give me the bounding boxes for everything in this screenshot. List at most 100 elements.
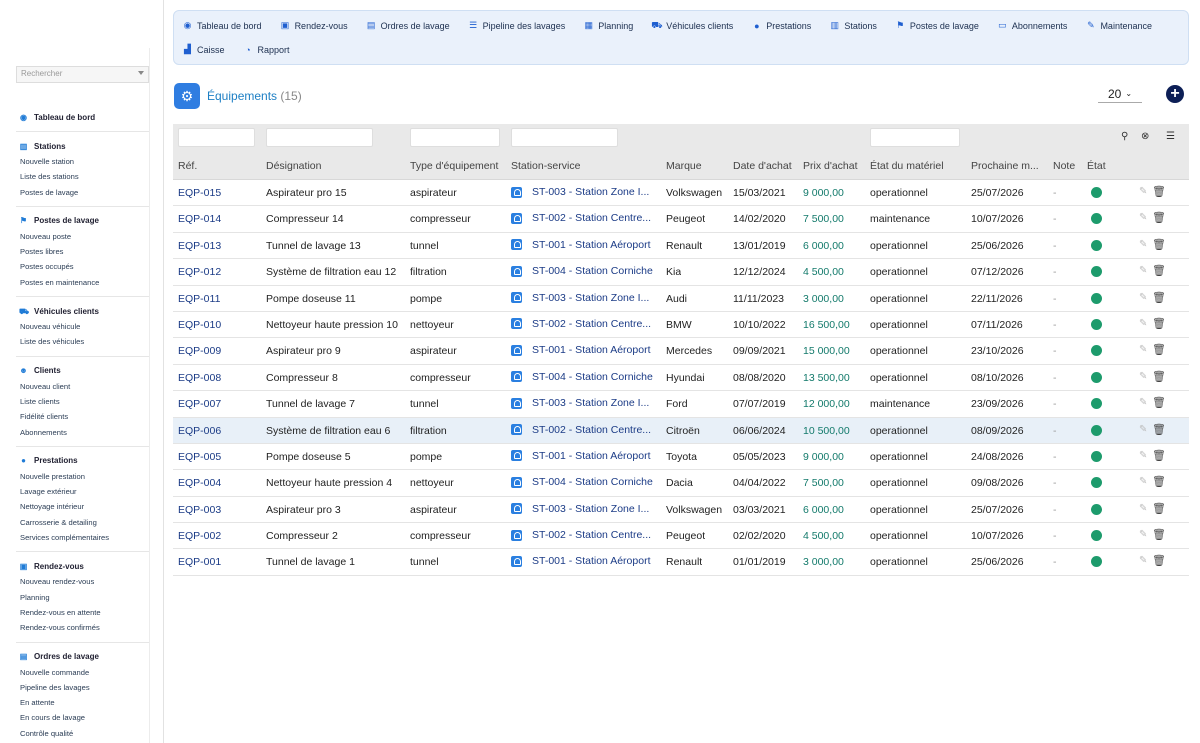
station-link[interactable]: ST-002 - Station Centre... [511, 424, 659, 436]
filter-station-input[interactable] [511, 128, 618, 147]
sidebar-item[interactable]: Services complémentaires [19, 530, 149, 545]
table-row[interactable]: EQP-001 Tunnel de lavage 1 tunnel Renault 01… [173, 549, 1189, 576]
edit-icon[interactable]: ✎ [1139, 503, 1147, 514]
trash-icon[interactable]: 🗑 [1152, 449, 1166, 462]
trash-icon[interactable]: 🗑 [1152, 343, 1166, 356]
sidebar-item[interactable]: Liste clients [19, 394, 149, 409]
nav-item-9[interactable]: ▭ Abonnements [997, 17, 1067, 34]
trash-icon[interactable]: 🗑 [1152, 264, 1166, 277]
sidebar-section-title[interactable]: ▤ Ordres de lavage [19, 649, 149, 665]
filter-designation-input[interactable] [266, 128, 373, 147]
sidebar-section-title[interactable]: ● Prestations [19, 453, 149, 469]
sidebar-section-title[interactable]: ◉ Tableau de bord [19, 109, 149, 125]
station-link[interactable]: ST-003 - Station Zone I... [511, 503, 659, 515]
edit-icon[interactable]: ✎ [1139, 450, 1147, 461]
edit-icon[interactable]: ✎ [1139, 186, 1147, 197]
column-header-note[interactable]: Note [1053, 160, 1075, 172]
clear-filter-icon[interactable]: ⊗ [1141, 131, 1149, 142]
nav-item-5[interactable]: ⛟ Véhicules clients [651, 17, 733, 34]
sidebar-search-select[interactable]: Rechercher [16, 66, 149, 83]
table-row[interactable]: EQP-010 Nettoyeur haute pression 10 nettoy… [173, 312, 1189, 339]
table-row[interactable]: EQP-011 Pompe doseuse 11 pompe Audi 11/11/20… [173, 285, 1189, 312]
trash-icon[interactable]: 🗑 [1152, 423, 1166, 436]
sidebar-section-title[interactable]: ⛟ Véhicules clients [19, 303, 149, 319]
sidebar-item[interactable]: Postes en maintenance [19, 275, 149, 290]
trash-icon[interactable]: 🗑 [1152, 211, 1166, 224]
trash-icon[interactable]: 🗑 [1152, 185, 1166, 198]
trash-icon[interactable]: 🗑 [1152, 396, 1166, 409]
sidebar-item[interactable]: Abonnements [19, 425, 149, 440]
sidebar-item[interactable]: Carrosserie & detailing [19, 515, 149, 530]
sidebar-item[interactable]: Rendez-vous en attente [19, 605, 149, 620]
ref-link[interactable]: EQP-015 [178, 187, 221, 199]
table-row[interactable]: EQP-002 Compresseur 2 compresseur Peugeot 02… [173, 523, 1189, 550]
station-link[interactable]: ST-001 - Station Aéroport [511, 555, 659, 567]
filter-etat-input[interactable] [870, 128, 960, 147]
table-row[interactable]: EQP-006 Système de filtration eau 6 filtra… [173, 417, 1189, 444]
ref-link[interactable]: EQP-007 [178, 398, 221, 410]
edit-icon[interactable]: ✎ [1139, 555, 1147, 566]
column-header-prix[interactable]: Prix d'achat [803, 160, 858, 172]
search-icon[interactable]: ⚲ [1121, 131, 1128, 142]
sidebar-item[interactable]: Liste des véhicules [19, 334, 149, 349]
nav-item-10[interactable]: ✎ Maintenance [1085, 17, 1152, 34]
sidebar-item[interactable]: Postes libres [19, 244, 149, 259]
nav-item-7[interactable]: ▥ Stations [829, 17, 877, 34]
table-row[interactable]: EQP-009 Aspirateur pro 9 aspirateur Mercede… [173, 338, 1189, 365]
ref-link[interactable]: EQP-001 [178, 556, 221, 568]
sidebar-item[interactable]: Postes de lavage [19, 185, 149, 200]
nav-item-4[interactable]: ▦ Planning [583, 17, 633, 34]
trash-icon[interactable]: 🗑 [1152, 528, 1166, 541]
sidebar-item[interactable]: Nouveau véhicule [19, 319, 149, 334]
station-link[interactable]: ST-001 - Station Aéroport [511, 450, 659, 462]
sidebar-item[interactable]: Nouveau poste [19, 229, 149, 244]
edit-icon[interactable]: ✎ [1139, 292, 1147, 303]
sidebar-item[interactable]: Postes occupés [19, 259, 149, 274]
table-row[interactable]: EQP-004 Nettoyeur haute pression 4 nettoye… [173, 470, 1189, 497]
sidebar-item[interactable]: En attente [19, 695, 149, 710]
ref-link[interactable]: EQP-010 [178, 319, 221, 331]
column-header-ref[interactable]: Réf. [178, 160, 197, 172]
ref-link[interactable]: EQP-003 [178, 504, 221, 516]
table-row[interactable]: EQP-007 Tunnel de lavage 7 tunnel Ford 07/07… [173, 391, 1189, 418]
ref-link[interactable]: EQP-002 [178, 530, 221, 542]
sidebar-section-title[interactable]: ▣ Rendez-vous [19, 558, 149, 574]
sidebar-section-title[interactable]: ⚑ Postes de lavage [19, 213, 149, 229]
table-row[interactable]: EQP-003 Aspirateur pro 3 aspirateur Volkswa… [173, 496, 1189, 524]
add-equipment-button[interactable]: + [1166, 85, 1184, 103]
sidebar-item[interactable]: Pipeline des lavages [19, 680, 149, 695]
station-link[interactable]: ST-003 - Station Zone I... [511, 292, 659, 304]
table-row[interactable]: EQP-014 Compresseur 14 compresseur Peugeot 1… [173, 206, 1189, 233]
sidebar-item[interactable]: Nettoyage intérieur [19, 499, 149, 514]
nav-item-12[interactable]: ◔ Rapport [243, 41, 289, 58]
trash-icon[interactable]: 🗑 [1152, 475, 1166, 488]
edit-icon[interactable]: ✎ [1139, 265, 1147, 276]
table-row[interactable]: EQP-008 Compresseur 8 compresseur Hyundai 08… [173, 365, 1189, 392]
filter-type-input[interactable] [410, 128, 500, 147]
station-link[interactable]: ST-002 - Station Centre... [511, 318, 659, 330]
trash-icon[interactable]: 🗑 [1152, 554, 1166, 567]
nav-item-0[interactable]: ◉ Tableau de bord [182, 17, 262, 34]
ref-link[interactable]: EQP-005 [178, 451, 221, 463]
nav-item-6[interactable]: ● Prestations [751, 17, 811, 34]
sidebar-item[interactable]: Nouvelle station [19, 154, 149, 169]
ref-link[interactable]: EQP-004 [178, 477, 221, 489]
station-link[interactable]: ST-003 - Station Zone I... [511, 397, 659, 409]
trash-icon[interactable]: 🗑 [1152, 317, 1166, 330]
table-row[interactable]: EQP-013 Tunnel de lavage 13 tunnel Renault 1… [173, 232, 1189, 260]
column-header-prochaine[interactable]: Prochaine m... [971, 160, 1039, 172]
station-link[interactable]: ST-004 - Station Corniche [511, 265, 659, 277]
trash-icon[interactable]: 🗑 [1152, 238, 1166, 251]
station-link[interactable]: ST-004 - Station Corniche [511, 476, 659, 488]
per-page-select[interactable]: 20 ⌄ [1098, 85, 1142, 103]
sidebar-item[interactable]: Lavage extérieur [19, 484, 149, 499]
edit-icon[interactable]: ✎ [1139, 397, 1147, 408]
sidebar-item[interactable]: Nouveau client [19, 379, 149, 394]
nav-item-2[interactable]: ▤ Ordres de lavage [366, 17, 450, 34]
sidebar-item[interactable]: En cours de lavage [19, 710, 149, 725]
trash-icon[interactable]: 🗑 [1152, 502, 1166, 515]
nav-item-1[interactable]: ▣ Rendez-vous [280, 17, 348, 34]
ref-link[interactable]: EQP-014 [178, 213, 221, 225]
edit-icon[interactable]: ✎ [1139, 239, 1147, 250]
table-row[interactable]: EQP-005 Pompe doseuse 5 pompe Toyota 05/05/2… [173, 443, 1189, 471]
